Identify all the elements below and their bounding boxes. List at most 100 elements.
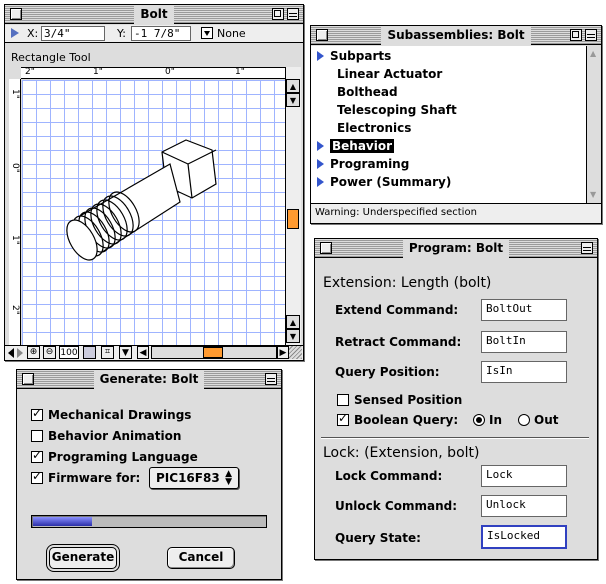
query-state-field[interactable]: IsLocked bbox=[481, 525, 567, 549]
section-extension: Extension: Length (bolt) bbox=[323, 275, 492, 291]
section-lock: Lock: (Extension, bolt) bbox=[323, 445, 480, 461]
snap-popup[interactable] bbox=[201, 27, 213, 39]
resize-grip-icon[interactable] bbox=[289, 346, 302, 359]
disclosure-triangle-icon[interactable] bbox=[317, 51, 324, 61]
chevron-down-icon[interactable]: ▼ bbox=[119, 346, 132, 359]
checkbox-checked-icon[interactable] bbox=[31, 448, 43, 463]
firmware-value: PIC16F83 bbox=[156, 471, 220, 485]
vertical-ruler: 1" 0" 1" 2" bbox=[9, 79, 21, 345]
generate-titlebar[interactable]: Generate: Bolt bbox=[17, 369, 281, 389]
list-item-power-summary[interactable]: Power (Summary) bbox=[317, 173, 451, 191]
list-item-bolthead[interactable]: Bolthead bbox=[337, 83, 398, 101]
vertical-scrollbar[interactable]: ▲ ▼ bbox=[586, 46, 601, 203]
ruler-label: 0" bbox=[10, 163, 20, 173]
generate-window: Generate: Bolt Mechanical Drawings Behav… bbox=[16, 369, 282, 580]
scroll-down-icon[interactable]: ▼ bbox=[590, 190, 596, 199]
subassemblies-titlebar[interactable]: Subassemblies: Bolt bbox=[311, 25, 601, 45]
progress-fill bbox=[33, 517, 92, 526]
scroll-down-icon[interactable]: ▼ bbox=[286, 93, 300, 107]
generate-button[interactable]: Generate bbox=[49, 547, 117, 569]
zoom-box-icon[interactable] bbox=[272, 8, 284, 20]
radio-in[interactable]: In bbox=[473, 413, 502, 427]
firmware-popup[interactable]: PIC16F83 ▲ ▼ bbox=[149, 467, 239, 489]
zoom-out-icon[interactable]: ⊖ bbox=[43, 346, 56, 359]
list-item-subparts[interactable]: Subparts bbox=[317, 47, 391, 65]
scroll-left-icon[interactable]: ◀ bbox=[137, 346, 149, 359]
extend-command-label: Extend Command: bbox=[335, 303, 459, 317]
window-title: Bolt bbox=[134, 4, 174, 24]
checkbox-icon[interactable] bbox=[337, 394, 349, 406]
close-box-icon[interactable] bbox=[22, 373, 34, 385]
close-box-icon[interactable] bbox=[316, 29, 328, 41]
grid-icon[interactable] bbox=[83, 346, 96, 359]
list-item-behavior[interactable]: Behavior bbox=[317, 137, 395, 155]
extend-command-field[interactable]: BoltOut bbox=[481, 299, 567, 321]
zoom-level[interactable]: 100 bbox=[59, 346, 79, 359]
collapse-box-icon[interactable] bbox=[265, 373, 277, 385]
query-position-field[interactable]: IsIn bbox=[481, 361, 567, 383]
close-box-icon[interactable] bbox=[10, 8, 22, 20]
scroll-down-icon[interactable]: ▼ bbox=[286, 329, 300, 343]
ruler-label: 2" bbox=[25, 67, 35, 77]
checkbox-checked-icon[interactable] bbox=[337, 411, 349, 426]
bottom-toolbar: ⊕ ⊖ 100 ⌗ ▼ ◀ ▶ bbox=[5, 345, 303, 360]
zoom-in-icon[interactable]: ⊕ bbox=[27, 346, 40, 359]
vertical-scrollbar[interactable]: ▲ ▼ ▲ ▼ bbox=[285, 67, 301, 345]
subassemblies-window: Subassemblies: Bolt Subparts Linear Actu… bbox=[310, 25, 602, 224]
zoom-box-icon[interactable] bbox=[570, 29, 582, 41]
status-text: Warning: Underspecified section bbox=[315, 207, 477, 218]
sensed-position-checkbox[interactable]: Sensed Position bbox=[337, 393, 462, 407]
checkbox-checked-icon[interactable] bbox=[31, 469, 43, 484]
scroll-thumb[interactable] bbox=[287, 209, 299, 229]
page-left-icon[interactable] bbox=[8, 348, 14, 358]
window-title: Program: Bolt bbox=[402, 238, 510, 258]
close-box-icon[interactable] bbox=[320, 242, 332, 254]
program-titlebar[interactable]: Program: Bolt bbox=[315, 238, 597, 258]
list-item-linear-actuator[interactable]: Linear Actuator bbox=[337, 65, 442, 83]
arrow-tool-icon[interactable] bbox=[11, 28, 19, 38]
firmware-checkbox[interactable]: Firmware for: bbox=[31, 469, 140, 485]
boolean-query-checkbox[interactable]: Boolean Query: bbox=[337, 411, 458, 427]
checkbox-checked-icon[interactable] bbox=[31, 406, 43, 421]
list-item-electronics[interactable]: Electronics bbox=[337, 119, 411, 137]
retract-command-field[interactable]: BoltIn bbox=[481, 331, 567, 353]
window-title: Generate: Bolt bbox=[93, 369, 205, 389]
collapse-box-icon[interactable] bbox=[287, 8, 299, 20]
subassembly-list: Subparts Linear Actuator Bolthead Telesc… bbox=[311, 46, 586, 203]
popup-arrows-icon: ▲ ▼ bbox=[225, 469, 232, 487]
radio-out[interactable]: Out bbox=[518, 413, 558, 427]
collapse-box-icon[interactable] bbox=[581, 242, 593, 254]
layer-icon[interactable]: ⌗ bbox=[101, 346, 114, 359]
disclosure-triangle-icon[interactable] bbox=[317, 141, 324, 151]
y-coordinate-field[interactable]: -1 7/8" bbox=[131, 26, 191, 41]
behavior-animation-checkbox[interactable]: Behavior Animation bbox=[31, 429, 181, 443]
progress-bar bbox=[31, 515, 267, 528]
drawing-canvas[interactable] bbox=[22, 80, 285, 345]
bolt-drawing[interactable] bbox=[22, 80, 285, 345]
scroll-up-icon[interactable]: ▲ bbox=[590, 49, 596, 58]
checkbox-icon[interactable] bbox=[31, 430, 43, 442]
scroll-up-icon[interactable]: ▲ bbox=[286, 315, 300, 329]
status-bar: Warning: Underspecified section bbox=[311, 203, 601, 223]
scroll-up-icon[interactable]: ▲ bbox=[286, 79, 300, 93]
x-coordinate-field[interactable]: 3/4" bbox=[41, 26, 105, 41]
radio-icon[interactable] bbox=[518, 414, 530, 426]
unlock-command-field[interactable]: Unlock bbox=[481, 495, 567, 517]
collapse-box-icon[interactable] bbox=[585, 29, 597, 41]
list-item-telescoping-shaft[interactable]: Telescoping Shaft bbox=[337, 101, 457, 119]
ruler-label: 1" bbox=[10, 235, 20, 245]
lock-command-field[interactable]: Lock bbox=[481, 465, 567, 487]
page-right-icon[interactable] bbox=[17, 348, 23, 358]
bolt-titlebar[interactable]: Bolt bbox=[5, 4, 303, 24]
mechanical-drawings-checkbox[interactable]: Mechanical Drawings bbox=[31, 406, 191, 422]
list-item-programing[interactable]: Programing bbox=[317, 155, 409, 173]
horizontal-scroll-thumb[interactable] bbox=[203, 347, 223, 358]
cancel-button[interactable]: Cancel bbox=[167, 547, 235, 569]
window-title: Subassemblies: Bolt bbox=[381, 25, 531, 45]
radio-selected-icon[interactable] bbox=[473, 414, 485, 426]
disclosure-triangle-icon[interactable] bbox=[317, 159, 324, 169]
scroll-right-icon[interactable]: ▶ bbox=[277, 346, 289, 359]
programing-language-checkbox[interactable]: Programing Language bbox=[31, 448, 198, 464]
lock-command-label: Lock Command: bbox=[335, 469, 443, 483]
disclosure-triangle-icon[interactable] bbox=[317, 177, 324, 187]
